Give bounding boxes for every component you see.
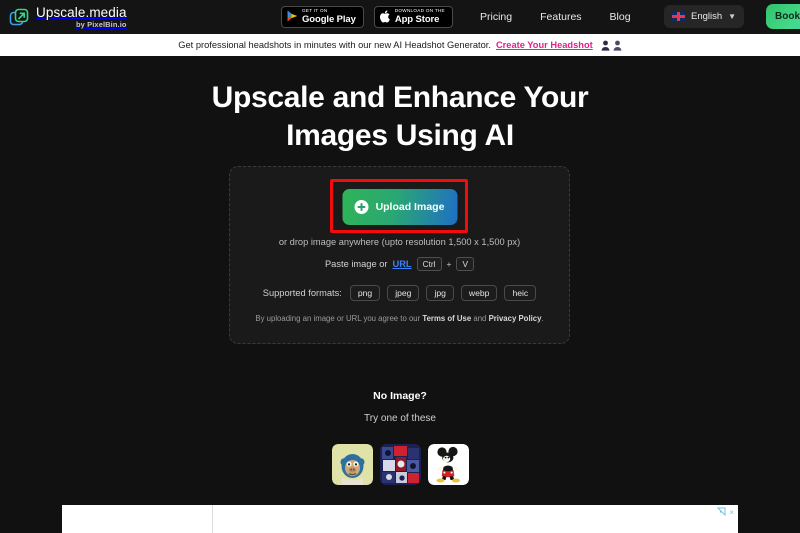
terms-of-use-link[interactable]: Terms of Use (422, 314, 471, 323)
sample-mickey-thumbnail[interactable] (427, 444, 469, 485)
book-a-demo-button[interactable]: Book a (766, 4, 800, 29)
hero-title-line-2: Images Using AI (286, 119, 514, 153)
uk-flag-icon (672, 12, 685, 21)
upload-image-button[interactable]: Upload Image (342, 189, 457, 225)
upload-image-button-label: Upload Image (375, 201, 445, 213)
google-play-bottom-label: Google Play (302, 14, 356, 26)
store-badges: GET IT ON Google Play Download on the Ap… (281, 0, 453, 34)
person-icon (601, 40, 610, 51)
page-title: Upscale and Enhance Your Images Using AI (0, 79, 800, 156)
url-link[interactable]: URL (393, 259, 412, 269)
app-store-bottom-label: App Store (394, 14, 440, 26)
format-chip-jpeg: jpeg (387, 285, 420, 301)
terms-prefix: By uploading an image or URL you agree t… (255, 314, 423, 323)
format-chip-png: png (349, 285, 381, 301)
supported-formats-row: Supported formats: png jpeg jpg webp hei… (230, 285, 569, 301)
upload-button-wrapper: Upload Image (342, 189, 457, 225)
nav-link-features[interactable]: Features (540, 11, 581, 23)
key-v: V (456, 257, 475, 271)
chevron-down-icon: ▼ (728, 11, 737, 21)
nav-link-blog[interactable]: Blog (610, 11, 631, 23)
supported-formats-label: Supported formats: (262, 288, 342, 298)
brand-subtitle: by PixelBin.io (76, 20, 127, 29)
sample-collage-thumbnail[interactable] (379, 444, 421, 485)
sample-images (0, 444, 800, 485)
brand-logo[interactable]: Upscale.media by PixelBin.io (0, 4, 127, 29)
key-separator: + (446, 259, 452, 269)
format-chip-webp: webp (460, 285, 498, 301)
language-label: English (691, 11, 723, 22)
nav-link-pricing[interactable]: Pricing (480, 11, 512, 23)
try-one-of-these-label: Try one of these (364, 413, 436, 424)
ad-controls: × (717, 507, 734, 518)
key-ctrl: Ctrl (416, 257, 442, 271)
nav-links: Pricing Features Blog (480, 0, 631, 34)
announcement-person-icons (601, 40, 622, 51)
privacy-policy-link[interactable]: Privacy Policy (489, 314, 542, 323)
sample-ape-thumbnail[interactable] (331, 444, 373, 485)
language-selector[interactable]: English ▼ (664, 5, 745, 28)
google-play-icon (287, 10, 298, 24)
format-chip-jpg: jpg (426, 285, 454, 301)
format-chip-heic: heic (504, 285, 537, 301)
terms-text: By uploading an image or URL you agree t… (230, 314, 569, 323)
navbar: Upscale.media by PixelBin.io GET IT ON G… (0, 0, 800, 34)
drop-hint-text: or drop image anywhere (upto resolution … (278, 237, 521, 247)
create-your-headshot-link[interactable]: Create Your Headshot (496, 40, 593, 50)
app-store-badge[interactable]: Download on the App Store (373, 6, 453, 28)
page-root: Upscale.media by PixelBin.io GET IT ON G… (0, 0, 800, 533)
terms-suffix: . (541, 314, 544, 323)
paste-hint-row: Paste image or URL Ctrl + V (230, 257, 569, 271)
apple-icon (379, 9, 391, 25)
brand-title: Upscale.media (36, 4, 127, 20)
person-icon (613, 40, 622, 51)
terms-middle: and (471, 314, 489, 323)
plus-circle-icon (354, 200, 369, 214)
upload-dropzone[interactable]: Upload Image or drop image anywhere (upt… (229, 166, 570, 344)
ad-divider (212, 505, 213, 533)
announcement-text: Get professional headshots in minutes wi… (178, 40, 491, 50)
paste-label: Paste image or (324, 259, 388, 269)
ad-close-button[interactable]: × (729, 508, 734, 517)
google-play-badge[interactable]: GET IT ON Google Play (281, 6, 364, 28)
hero-title-line-1: Upscale and Enhance Your (211, 81, 589, 114)
upscale-arrow-icon (9, 7, 30, 28)
no-image-heading: No Image? (373, 390, 427, 402)
adchoices-icon[interactable] (717, 507, 726, 518)
announcement-banner: Get professional headshots in minutes wi… (0, 34, 800, 56)
ad-banner[interactable]: × (62, 505, 738, 533)
